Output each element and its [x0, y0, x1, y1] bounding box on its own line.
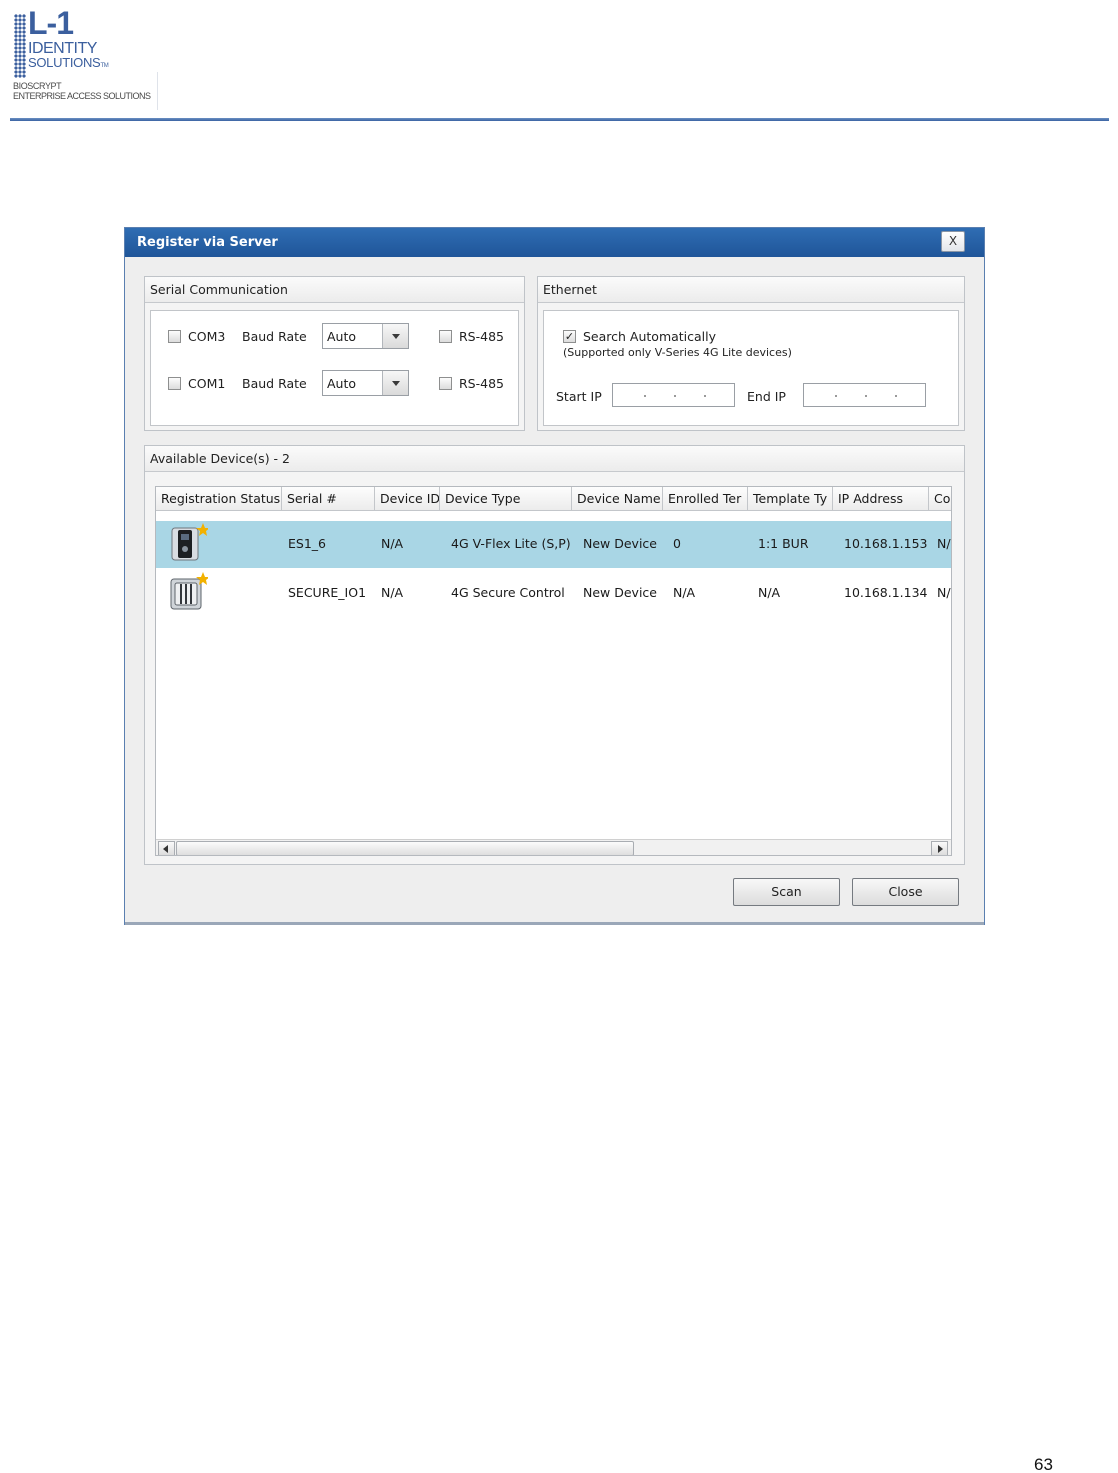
com1-label: COM1 — [188, 376, 226, 391]
com3-baud-select[interactable]: Auto — [322, 323, 409, 349]
search-automatically-label: Search Automatically — [583, 329, 717, 344]
ip-separator — [865, 395, 867, 397]
chevron-down-icon[interactable] — [382, 371, 408, 395]
ip-separator — [644, 395, 646, 397]
cell-enrolled: 0 — [673, 536, 681, 551]
cell-device-id: N/A — [381, 585, 404, 600]
com3-checkbox[interactable] — [168, 330, 181, 343]
cell-device-type: 4G V-Flex Lite (S,P) — [451, 536, 571, 551]
chevron-down-icon[interactable] — [382, 324, 408, 348]
logo-tagline: ENTERPRISE ACCESS SOLUTIONS — [13, 91, 151, 101]
column-device-type[interactable]: Device Type — [440, 487, 572, 511]
dialog-title: Register via Server — [137, 235, 278, 250]
ethernet-group: Ethernet ✓ Search Automatically (Support… — [537, 276, 965, 431]
cell-template-type: 1:1 BUR — [758, 536, 809, 551]
logo-bioscrypt-text: BIOSCRYPT — [13, 81, 62, 91]
com3-baud-value: Auto — [327, 329, 357, 344]
com1-rs485-label: RS-485 — [459, 376, 504, 391]
table-row[interactable]: ES1_6 N/A 4G V-Flex Lite (S,P) New Devic… — [156, 521, 951, 568]
search-note: (Supported only V-Series 4G Lite devices… — [563, 346, 792, 359]
logo-solutions-text: SOLUTIONSTM — [28, 56, 109, 73]
horizontal-scrollbar[interactable] — [156, 839, 951, 855]
com1-rs485-checkbox[interactable] — [439, 377, 452, 390]
column-registration-status[interactable]: Registration Status — [156, 487, 282, 511]
v-flex-device-icon — [168, 523, 210, 563]
column-ip-address[interactable]: IP Address — [833, 487, 929, 511]
register-via-server-dialog: Register via Server X Serial Communicati… — [124, 227, 985, 925]
cell-co: N/ — [937, 536, 951, 551]
checkmark-icon: ✓ — [564, 330, 575, 343]
ip-separator — [835, 395, 837, 397]
logo-solutions-word: SOLUTIONS — [28, 55, 101, 70]
com3-rs485-label: RS-485 — [459, 329, 504, 344]
cell-device-type: 4G Secure Control — [451, 585, 565, 600]
company-logo: L-1 IDENTITY SOLUTIONSTM BIOSCRYPT ENTER… — [12, 6, 162, 110]
table-row[interactable]: SECURE_IO1 N/A 4G Secure Control New Dev… — [156, 570, 951, 617]
cell-ip-address: 10.168.1.153 — [844, 536, 928, 551]
logo-dots-icon — [14, 14, 26, 78]
logo-divider — [157, 72, 158, 110]
dialog-titlebar: Register via Server X — [125, 228, 984, 257]
column-device-id[interactable]: Device ID — [375, 487, 440, 511]
dialog-close-button[interactable]: X — [941, 231, 965, 252]
header-rule — [10, 118, 1109, 121]
end-ip-label: End IP — [747, 389, 786, 404]
start-ip-input[interactable] — [612, 383, 735, 407]
column-enrolled[interactable]: Enrolled Ter — [663, 487, 748, 511]
serial-ports-panel: COM3 Baud Rate Auto RS-485 COM1 Baud Rat… — [150, 310, 519, 426]
cell-device-name: New Device — [583, 585, 657, 600]
cell-co: N/ — [937, 585, 951, 600]
column-co[interactable]: Co — [929, 487, 951, 511]
end-ip-input[interactable] — [803, 383, 926, 407]
ethernet-title: Ethernet — [538, 277, 964, 303]
cell-device-name: New Device — [583, 536, 657, 551]
cell-enrolled: N/A — [673, 585, 696, 600]
com1-baud-select[interactable]: Auto — [322, 370, 409, 396]
column-device-name[interactable]: Device Name — [572, 487, 663, 511]
ip-separator — [895, 395, 897, 397]
cell-serial: ES1_6 — [288, 536, 326, 551]
cell-device-id: N/A — [381, 536, 404, 551]
column-serial[interactable]: Serial # — [282, 487, 375, 511]
com3-baud-label: Baud Rate — [242, 329, 307, 344]
scroll-thumb[interactable] — [176, 841, 634, 855]
secure-control-device-icon — [168, 572, 210, 612]
cell-serial: SECURE_IO1 — [288, 585, 367, 600]
search-automatically-checkbox[interactable]: ✓ — [563, 330, 576, 343]
com1-baud-label: Baud Rate — [242, 376, 307, 391]
ip-separator — [704, 395, 706, 397]
cell-template-type: N/A — [758, 585, 781, 600]
com3-rs485-checkbox[interactable] — [439, 330, 452, 343]
serial-communication-title: Serial Communication — [145, 277, 524, 303]
start-ip-label: Start IP — [556, 389, 602, 404]
close-button[interactable]: Close — [852, 878, 959, 906]
page-number: 63 — [1034, 1455, 1053, 1473]
devices-table-header: Registration Status Serial # Device ID D… — [156, 487, 951, 511]
scroll-right-icon[interactable] — [931, 841, 948, 855]
logo-trademark: TM — [100, 63, 109, 69]
ethernet-panel: ✓ Search Automatically (Supported only V… — [543, 310, 959, 426]
com1-checkbox[interactable] — [168, 377, 181, 390]
devices-table: Registration Status Serial # Device ID D… — [155, 486, 952, 856]
column-template-type[interactable]: Template Ty — [748, 487, 833, 511]
ip-separator — [674, 395, 676, 397]
dialog-bottom-edge — [125, 922, 984, 925]
available-devices-title: Available Device(s) - 2 — [145, 446, 964, 472]
com1-baud-value: Auto — [327, 376, 357, 391]
logo-mark: L-1 — [28, 5, 74, 41]
cell-ip-address: 10.168.1.134 — [844, 585, 928, 600]
com3-label: COM3 — [188, 329, 226, 344]
available-devices-group: Available Device(s) - 2 Registration Sta… — [144, 445, 965, 865]
scan-button[interactable]: Scan — [733, 878, 840, 906]
serial-communication-group: Serial Communication COM3 Baud Rate Auto… — [144, 276, 525, 431]
scroll-left-icon[interactable] — [158, 841, 175, 855]
